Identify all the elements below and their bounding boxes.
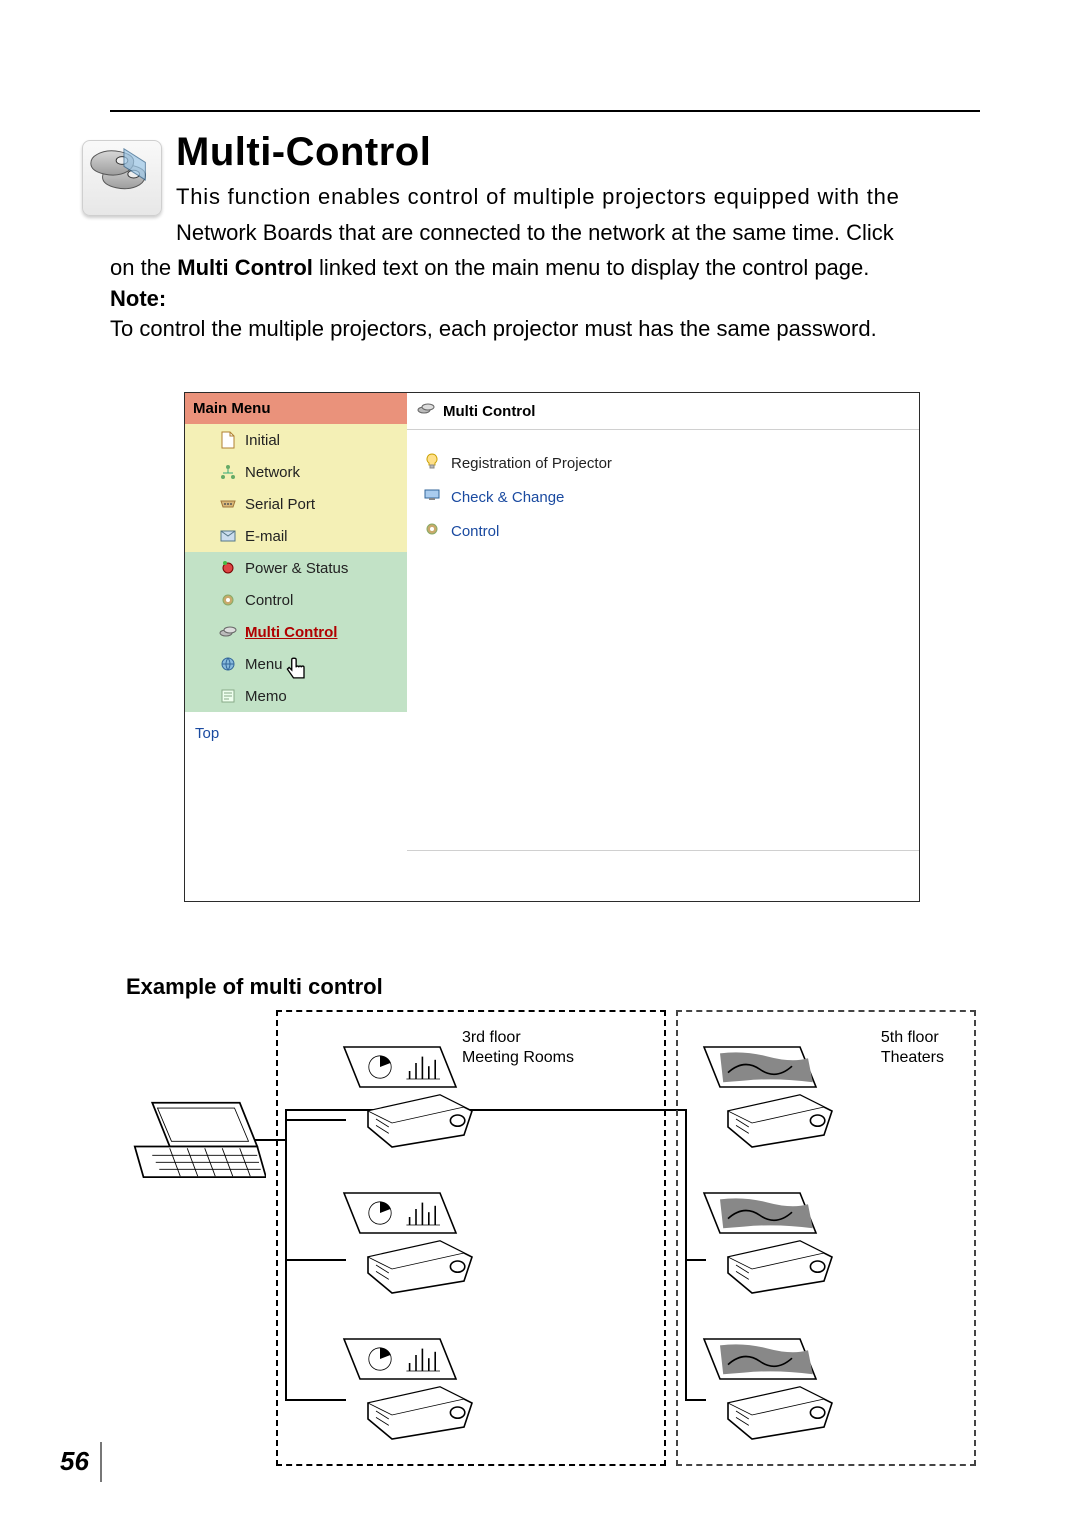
- menu-item-power-status[interactable]: Power & Status: [185, 552, 407, 584]
- option-label: Control: [451, 523, 499, 540]
- menu-item-memo[interactable]: Memo: [185, 680, 407, 712]
- projectors-icon: [82, 140, 162, 216]
- app-screenshot: Main Menu Initial Network Serial Port E-…: [184, 392, 920, 902]
- option-check-change[interactable]: Check & Change: [423, 486, 913, 508]
- projector-unit: [336, 1312, 496, 1462]
- display-icon: [423, 486, 441, 508]
- power-icon: [219, 559, 237, 577]
- menu-item-top[interactable]: Top: [185, 712, 407, 754]
- zone-b-line2: Theaters: [881, 1048, 944, 1068]
- menu-group-control: Power & Status Control Multi Control: [185, 552, 407, 712]
- body-bold: Multi Control: [177, 255, 313, 280]
- projector-unit: [696, 1166, 856, 1316]
- menu-item-serial-port[interactable]: Serial Port: [185, 488, 407, 520]
- note-label: Note:: [110, 286, 980, 312]
- menu-label: Menu: [245, 656, 283, 673]
- projectors-icon: [417, 400, 435, 422]
- option-label: Registration of Projector: [451, 455, 612, 472]
- content-body: Registration of Projector Check & Change…: [407, 430, 919, 851]
- projector-unit: [696, 1312, 856, 1462]
- body-after: linked text on the main menu to display …: [313, 255, 869, 280]
- option-label: Check & Change: [451, 489, 564, 506]
- page-title: Multi-Control: [176, 130, 980, 175]
- menu-spacer: [185, 754, 407, 901]
- manual-page: Multi-Control This function enables cont…: [0, 0, 1080, 1529]
- zone-b-line1: 5th floor: [881, 1028, 944, 1048]
- menu-item-control[interactable]: Control: [185, 584, 407, 616]
- network-icon: [219, 463, 237, 481]
- top-rule: [110, 110, 980, 112]
- gear-icon: [423, 520, 441, 542]
- bulb-icon: [423, 452, 441, 474]
- projector-unit: [336, 1020, 496, 1170]
- body-before: on the: [110, 255, 177, 280]
- page-number: 56: [60, 1446, 89, 1477]
- content-footer-spacer: [407, 851, 919, 901]
- option-registration[interactable]: Registration of Projector: [423, 452, 913, 474]
- option-control[interactable]: Control: [423, 520, 913, 542]
- menu-label: Memo: [245, 688, 287, 705]
- menu-label: Serial Port: [245, 496, 315, 513]
- content-header: Multi Control: [407, 393, 919, 430]
- menu-label: E-mail: [245, 528, 288, 545]
- serial-icon: [219, 495, 237, 513]
- body-sentence: on the Multi Control linked text on the …: [110, 253, 980, 283]
- main-menu-header: Main Menu: [185, 393, 407, 424]
- intro-line-2: Network Boards that are connected to the…: [176, 217, 980, 249]
- menu-item-network[interactable]: Network: [185, 456, 407, 488]
- menu-item-email[interactable]: E-mail: [185, 520, 407, 552]
- menu-label: Top: [195, 725, 219, 742]
- content-header-text: Multi Control: [443, 403, 535, 420]
- projector-unit: [336, 1166, 496, 1316]
- intro-line-1: This function enables control of multipl…: [176, 181, 980, 213]
- hand-cursor-icon: [283, 656, 311, 684]
- main-menu: Main Menu Initial Network Serial Port E-…: [185, 393, 407, 901]
- content-panel: Multi Control Registration of Projector …: [407, 393, 919, 901]
- menu-item-initial[interactable]: Initial: [185, 424, 407, 456]
- gear-icon: [219, 591, 237, 609]
- page-icon: [219, 431, 237, 449]
- projector-unit: [696, 1020, 856, 1170]
- envelope-icon: [219, 527, 237, 545]
- menu-label: Control: [245, 592, 293, 609]
- menu-label: Network: [245, 464, 300, 481]
- example-heading: Example of multi control: [126, 974, 980, 1000]
- note-text: To control the multiple projectors, each…: [110, 314, 980, 344]
- menu-group-setup: Initial Network Serial Port E-mail: [185, 424, 407, 552]
- memo-icon: [219, 687, 237, 705]
- zone-b-label: 5th floor Theaters: [881, 1028, 944, 1068]
- menu-label: Multi Control: [245, 624, 337, 641]
- section-header: Multi-Control This function enables cont…: [110, 130, 980, 249]
- projectors-icon: [219, 623, 237, 641]
- example-diagram: 3rd floor Meeting Rooms 5th floor Theate…: [126, 1010, 946, 1470]
- laptop-icon: [126, 1094, 266, 1190]
- menu-label: Power & Status: [245, 560, 348, 577]
- menu-label: Initial: [245, 432, 280, 449]
- menu-item-multi-control[interactable]: Multi Control: [185, 616, 407, 648]
- globe-icon: [219, 655, 237, 673]
